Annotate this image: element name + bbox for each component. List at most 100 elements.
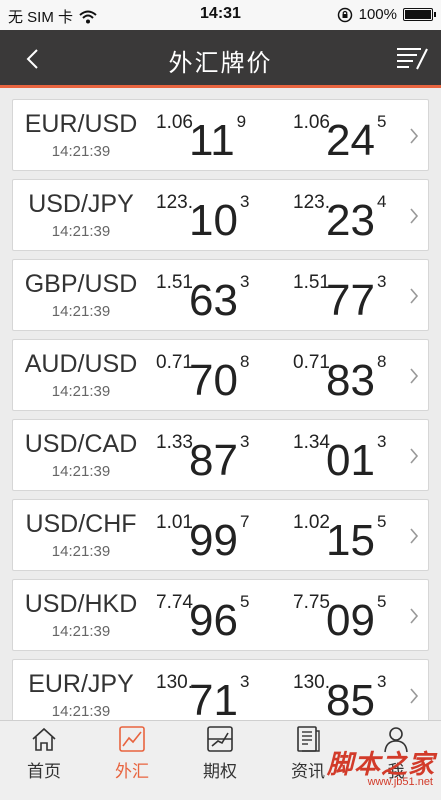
bid-price-fraction: 3 <box>239 272 250 291</box>
chevron-right-icon <box>410 688 419 704</box>
quote-list[interactable]: EUR/USD 14:21:39 1.06 11 9 1.06 24 5 USD/JPY 14:2… <box>0 91 441 721</box>
home-icon <box>32 727 56 751</box>
chevron-right-icon <box>410 448 419 464</box>
ask-price-pips: 01 <box>325 436 375 485</box>
chevron-right-icon <box>410 368 419 384</box>
ask-price-pips: 83 <box>325 356 375 405</box>
bid-price-pips: 99 <box>188 516 238 565</box>
ask-price-fraction: 3 <box>376 432 387 451</box>
bid-price-fraction: 7 <box>239 512 250 531</box>
currency-pair: EUR/USD <box>24 110 138 138</box>
ask-price-prefix: 123. <box>293 192 330 213</box>
tab-options[interactable]: 期权 <box>176 721 264 800</box>
chevron-right-icon <box>410 288 419 304</box>
currency-pair: USD/CHF <box>25 510 137 538</box>
bid-price-prefix: 1.51 <box>156 272 193 293</box>
status-bar: 无 SIM 卡 14:31 100% <box>0 0 441 30</box>
bid-price-prefix: 123. <box>156 192 193 213</box>
tab-forex-label: 外汇 <box>115 762 149 782</box>
list-edit-icon <box>397 48 428 70</box>
watermark-url: www.jb51.net <box>367 776 433 788</box>
tab-options-label: 期权 <box>203 762 237 782</box>
quote-row[interactable]: EUR/USD 14:21:39 1.06 11 9 1.06 24 5 <box>12 99 429 171</box>
nav-bar: 外汇牌价 <box>0 30 441 88</box>
ask-price-fraction: 5 <box>376 512 387 531</box>
ask-price-pips: 85 <box>325 676 375 721</box>
quote-row[interactable]: USD/JPY 14:21:39 123. 10 3 123. 23 4 <box>12 179 429 251</box>
bid-price-prefix: 0.71 <box>156 352 193 373</box>
bid-price-pips: 70 <box>188 356 238 405</box>
bid-price-prefix: 1.06 <box>156 112 193 133</box>
quote-time: 14:21:39 <box>51 223 111 240</box>
ask-price-prefix: 1.34 <box>293 432 330 453</box>
quote-time: 14:21:39 <box>51 463 111 480</box>
ask-price-pips: 23 <box>325 196 375 245</box>
quote-time: 14:21:39 <box>51 143 111 160</box>
chevron-right-icon <box>410 608 419 624</box>
ask-price-prefix: 7.75 <box>293 592 330 613</box>
currency-pair: EUR/JPY <box>28 670 134 698</box>
bid-price-prefix: 130. <box>156 672 193 693</box>
ask-price-fraction: 3 <box>376 672 387 691</box>
currency-pair: USD/CAD <box>24 430 138 458</box>
ask-price-pips: 09 <box>325 596 375 645</box>
ask-price-fraction: 5 <box>376 112 387 131</box>
bid-price-prefix: 1.33 <box>156 432 193 453</box>
currency-pair: GBP/USD <box>24 270 138 298</box>
bid-price-pips: 10 <box>188 196 238 245</box>
battery-percent: 100% <box>358 6 397 23</box>
currency-pair: USD/JPY <box>28 190 134 218</box>
bid-price-pips: 11 <box>188 116 235 165</box>
bid-price-pips: 96 <box>188 596 238 645</box>
bid-price-prefix: 7.74 <box>156 592 193 613</box>
bid-price-fraction: 3 <box>239 432 250 451</box>
ask-price-prefix: 130. <box>293 672 330 693</box>
ask-price-pips: 77 <box>325 276 375 325</box>
ask-price-fraction: 8 <box>376 352 387 371</box>
bid-price-prefix: 1.01 <box>156 512 193 533</box>
chevron-right-icon <box>410 528 419 544</box>
quote-time: 14:21:39 <box>51 703 111 720</box>
bid-price-fraction: 9 <box>236 112 247 131</box>
bid-price-pips: 71 <box>188 676 238 721</box>
ask-price-prefix: 1.02 <box>293 512 330 533</box>
quote-row[interactable]: GBP/USD 14:21:39 1.51 63 3 1.51 77 3 <box>12 259 429 331</box>
menu-button[interactable] <box>393 42 431 76</box>
currency-pair: USD/HKD <box>24 590 138 618</box>
orientation-lock-icon <box>337 7 352 22</box>
bid-price-pips: 63 <box>188 276 238 325</box>
tab-home[interactable]: 首页 <box>0 721 88 800</box>
ask-price-fraction: 4 <box>376 192 387 211</box>
ask-price-fraction: 5 <box>376 592 387 611</box>
bid-price-pips: 87 <box>188 436 238 485</box>
bid-price-fraction: 8 <box>239 352 250 371</box>
bid-price-fraction: 3 <box>239 672 250 691</box>
ask-price-prefix: 1.51 <box>293 272 330 293</box>
line-chart-icon <box>119 726 145 752</box>
quote-row[interactable]: USD/CAD 14:21:39 1.33 87 3 1.34 01 3 <box>12 419 429 491</box>
bid-price-fraction: 3 <box>239 192 250 211</box>
quote-time: 14:21:39 <box>51 383 111 400</box>
currency-pair: AUD/USD <box>24 350 138 378</box>
quote-time: 14:21:39 <box>51 543 111 560</box>
ask-price-prefix: 0.71 <box>293 352 330 373</box>
news-icon <box>297 726 320 752</box>
quote-time: 14:21:39 <box>51 623 111 640</box>
quote-time: 14:21:39 <box>51 303 111 320</box>
ask-price-fraction: 3 <box>376 272 387 291</box>
tab-forex[interactable]: 外汇 <box>88 721 176 800</box>
ask-price-pips: 15 <box>325 516 375 565</box>
status-right: 100% <box>337 6 436 23</box>
quote-row[interactable]: USD/HKD 14:21:39 7.74 96 5 7.75 09 5 <box>12 579 429 651</box>
chevron-right-icon <box>410 208 419 224</box>
tab-home-label: 首页 <box>27 762 61 782</box>
quote-row[interactable]: USD/CHF 14:21:39 1.01 99 7 1.02 15 5 <box>12 499 429 571</box>
page-title: 外汇牌价 <box>168 49 273 77</box>
quote-row[interactable]: EUR/JPY 14:21:39 130. 71 3 130. 85 3 <box>12 659 429 721</box>
ask-price-pips: 24 <box>325 116 375 165</box>
battery-icon <box>403 8 436 21</box>
ask-price-prefix: 1.06 <box>293 112 330 133</box>
quote-row[interactable]: AUD/USD 14:21:39 0.71 70 8 0.71 83 8 <box>12 339 429 411</box>
options-chart-icon <box>207 726 233 752</box>
bid-price-fraction: 5 <box>239 592 250 611</box>
